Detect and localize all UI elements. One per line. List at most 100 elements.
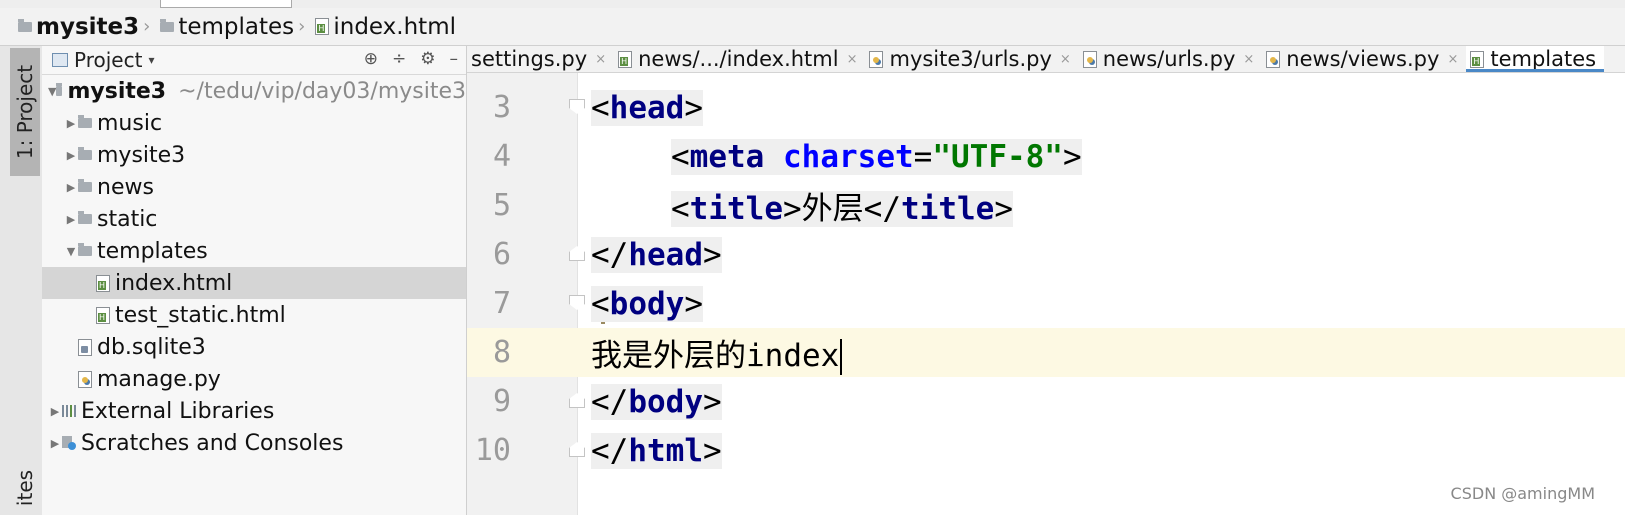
tree-item-label: manage.py xyxy=(97,366,221,392)
editor-tab[interactable]: news/urls.py × xyxy=(1079,46,1262,72)
collapsed-arrow-icon[interactable]: ▶ xyxy=(64,149,78,162)
run-config-select[interactable] xyxy=(160,0,292,8)
code-token: title xyxy=(901,191,995,227)
code-token: 外层 xyxy=(801,191,864,227)
code-text: <title>外层</title> xyxy=(671,183,1013,228)
tree-item-path: ~/tedu/vip/day03/mysite3 xyxy=(178,78,466,104)
code-token: < xyxy=(671,138,690,175)
collapsed-arrow-icon[interactable]: ▶ xyxy=(64,181,78,194)
code-token: < xyxy=(591,89,610,126)
fold-marker-icon[interactable] xyxy=(569,295,585,310)
project-panel-title[interactable]: Project xyxy=(74,48,142,72)
code-segment: <head> xyxy=(591,89,703,126)
collapsed-arrow-icon[interactable]: ▶ xyxy=(48,437,62,450)
code-segment: <body> xyxy=(591,285,703,322)
tree-item-label: templates xyxy=(97,238,208,264)
code-text: <meta charset="UTF-8"> xyxy=(671,138,1082,175)
code-segment: </body> xyxy=(591,383,722,420)
code-line: 4 <meta charset="UTF-8"> xyxy=(467,132,1625,181)
tree-item[interactable]: ▶ Scratches and Consoles xyxy=(42,427,466,459)
tree-item[interactable]: test_static.html xyxy=(42,299,466,331)
tree-item[interactable]: ▶ news xyxy=(42,171,466,203)
editor-tab[interactable]: settings.py × xyxy=(467,46,614,72)
editor: settings.py×news/.../index.html×mysite3/… xyxy=(467,46,1625,515)
tree-item[interactable]: ▶ External Libraries xyxy=(42,395,466,427)
close-icon[interactable]: × xyxy=(1060,52,1071,67)
tool-tab-favorites-label: ites xyxy=(13,469,37,507)
code-text: <head> xyxy=(591,89,703,126)
expanded-arrow-icon[interactable]: ▼ xyxy=(48,85,56,98)
target-icon[interactable]: ⊕ xyxy=(364,49,378,69)
hide-icon[interactable]: – xyxy=(450,49,459,69)
tree-item-label: Scratches and Consoles xyxy=(81,430,344,456)
editor-tab-label: templates xyxy=(1490,47,1597,71)
fold-marker-icon[interactable] xyxy=(569,442,585,457)
editor-tab-label: mysite3/urls.py xyxy=(889,47,1052,71)
collapsed-arrow-icon[interactable]: ▶ xyxy=(48,405,62,418)
editor-tab[interactable]: templates xyxy=(1466,46,1605,72)
collapsed-arrow-icon[interactable]: ▶ xyxy=(64,117,78,130)
breadcrumb-item[interactable]: templates xyxy=(154,14,294,40)
tool-tab-favorites[interactable]: ites xyxy=(10,458,40,515)
fold-marker-icon[interactable] xyxy=(569,99,585,114)
tool-tab-project-label: 1: Project xyxy=(13,64,37,160)
code-token: meta xyxy=(689,138,765,175)
editor-tab[interactable]: news/views.py × xyxy=(1262,46,1466,72)
code-token: > xyxy=(702,236,722,273)
top-toolbar-strip xyxy=(0,0,1625,8)
folder-icon xyxy=(78,115,92,128)
tree-item[interactable]: ▼ templates xyxy=(42,235,466,267)
code-token: > xyxy=(702,432,722,469)
code-token: = xyxy=(913,138,933,175)
collapsed-arrow-icon[interactable]: ▶ xyxy=(64,213,78,226)
editor-tab[interactable]: news/.../index.html × xyxy=(614,46,865,72)
close-icon[interactable]: × xyxy=(1243,52,1254,67)
project-panel: Project ▾ ⊕ ÷ ⚙ – ▼ mysite3 ~/tedu/vip/day… xyxy=(42,46,467,515)
close-icon[interactable]: × xyxy=(847,52,858,67)
code-token: </ xyxy=(863,191,901,227)
tree-item-label: music xyxy=(97,110,163,136)
breadcrumb-separator-icon: › xyxy=(298,16,306,37)
code-area[interactable]: 3 <head> 4 <meta charset="UTF-8"> 5 <title>外层… xyxy=(467,73,1625,515)
tree-item[interactable]: index.html xyxy=(42,267,466,299)
code-segment: </head> xyxy=(591,236,722,273)
expanded-arrow-icon[interactable]: ▼ xyxy=(64,245,78,258)
editor-tab[interactable]: mysite3/urls.py × xyxy=(865,46,1078,72)
tool-tab-project[interactable]: 1: Project xyxy=(10,48,40,176)
close-icon[interactable]: × xyxy=(1447,52,1458,67)
line-number: 4 xyxy=(492,139,511,174)
gear-icon[interactable]: ⚙ xyxy=(420,49,435,69)
scratches-icon xyxy=(62,436,76,450)
line-number: 10 xyxy=(474,433,511,468)
folder-icon xyxy=(78,179,92,192)
tree-item[interactable]: ▼ mysite3 ~/tedu/vip/day03/mysite3 xyxy=(42,75,466,107)
breadcrumb-label: mysite3 xyxy=(36,13,140,40)
breadcrumb-item[interactable]: mysite3 xyxy=(0,14,139,40)
chevron-down-icon[interactable]: ▾ xyxy=(148,53,154,67)
tree-item-label: static xyxy=(97,206,158,232)
code-line: 7 <body> xyxy=(467,279,1625,328)
tree-item[interactable]: db.sqlite3 xyxy=(42,331,466,363)
close-icon[interactable]: × xyxy=(595,52,606,67)
breadcrumb-separator-icon: › xyxy=(143,16,151,37)
tree-item-label: mysite3 xyxy=(97,142,186,168)
code-token: > xyxy=(702,383,722,420)
tree-item[interactable]: ▶ mysite3 xyxy=(42,139,466,171)
fold-marker-icon[interactable] xyxy=(569,246,585,261)
text-cursor xyxy=(840,339,843,376)
code-token: > xyxy=(1062,138,1082,175)
tree-item[interactable]: ▶ music xyxy=(42,107,466,139)
collapse-icon[interactable]: ÷ xyxy=(392,49,406,69)
folder-icon xyxy=(18,18,32,32)
tree-item-label: mysite3 xyxy=(67,78,167,104)
code-text: </head> xyxy=(591,236,722,273)
fold-marker-icon[interactable] xyxy=(569,393,585,408)
folder-icon xyxy=(56,83,63,96)
editor-tab-label: news/urls.py xyxy=(1102,47,1236,71)
tree-item[interactable]: ▶ static xyxy=(42,203,466,235)
breadcrumb-item[interactable]: index.html xyxy=(309,14,456,40)
tree-item[interactable]: manage.py xyxy=(42,363,466,395)
code-token: head xyxy=(628,236,703,273)
editor-tab-label: settings.py xyxy=(471,47,588,71)
